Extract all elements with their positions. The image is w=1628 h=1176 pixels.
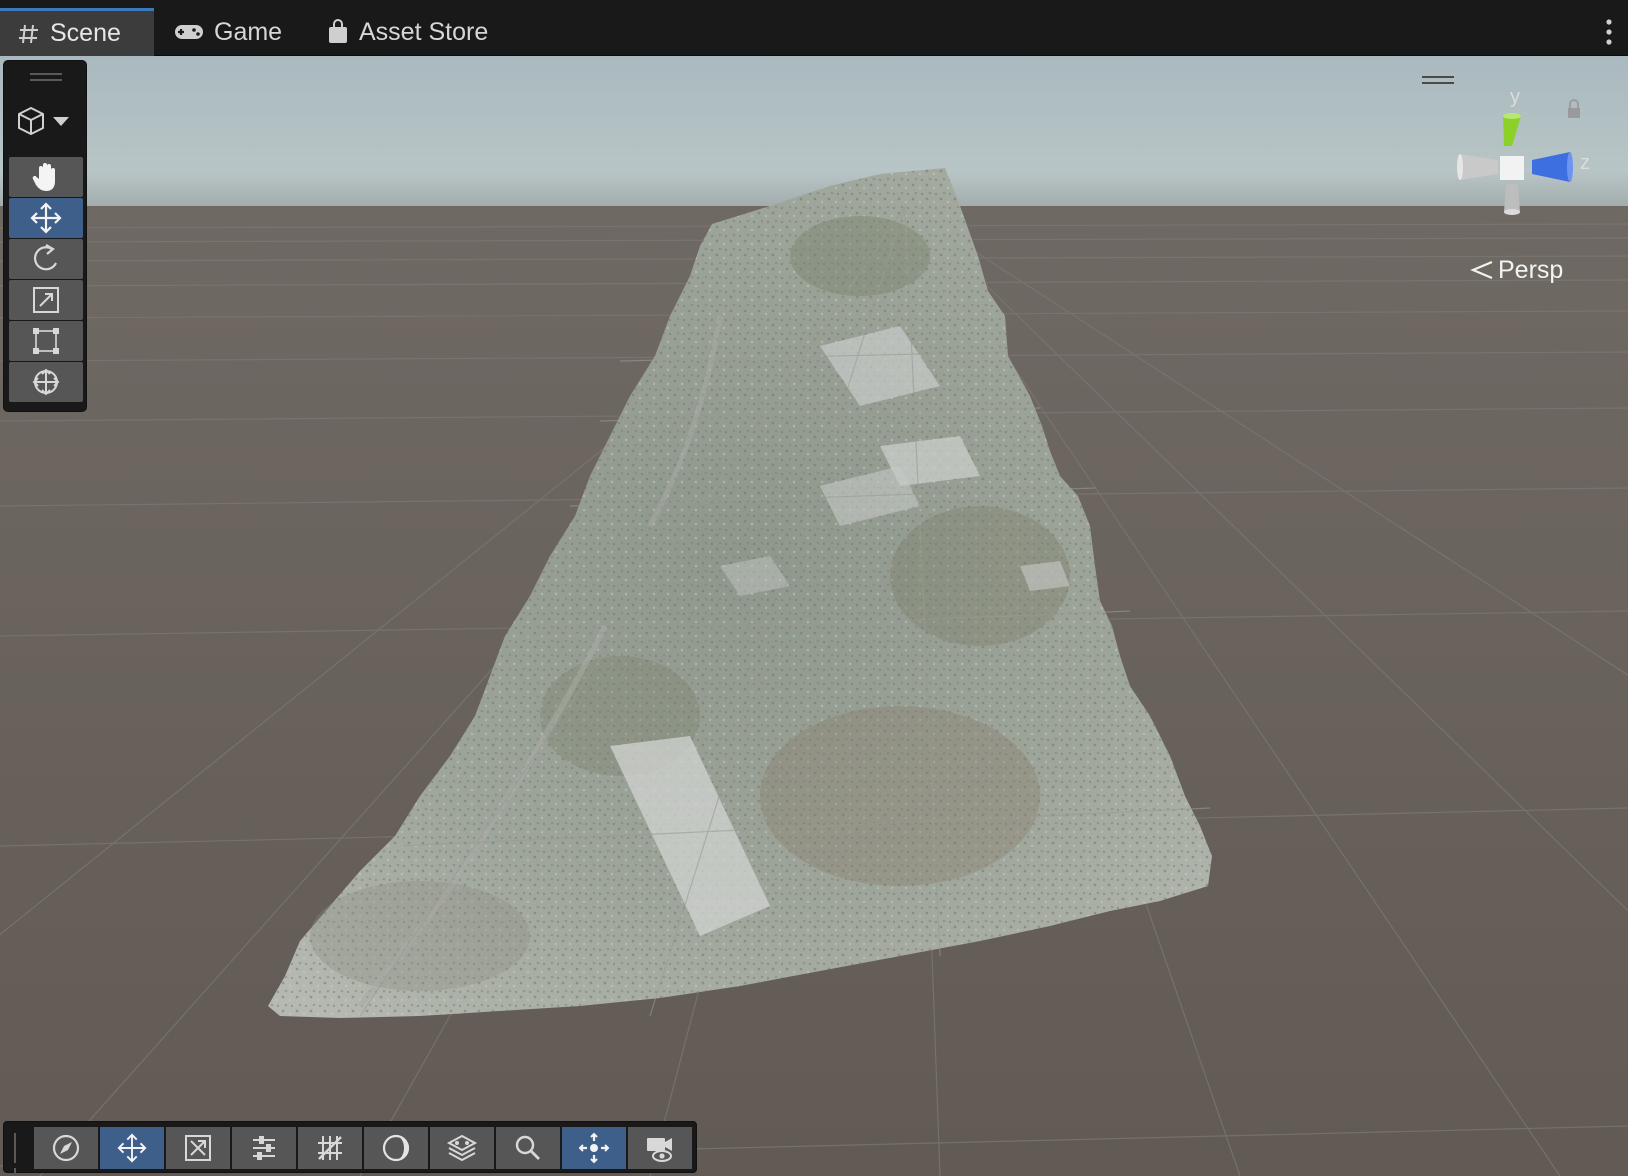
tab-game-label: Game <box>214 17 283 46</box>
gizmo-axis-z-label: z <box>1580 152 1590 174</box>
gizmo-axis-y-label: y <box>1510 86 1520 108</box>
tool-palette <box>3 60 87 412</box>
view-mode-dropdown[interactable] <box>16 101 78 141</box>
more-options-icon[interactable] <box>1604 18 1614 46</box>
shading-sphere-icon <box>382 1134 410 1162</box>
camera-visibility-button[interactable] <box>628 1127 692 1169</box>
layers-icon <box>446 1134 478 1162</box>
scale-icon <box>33 287 59 313</box>
scale-snap-button[interactable] <box>166 1127 230 1169</box>
move-arrows-icon <box>30 202 62 234</box>
orientation-gizmo[interactable]: y z <box>1448 86 1598 226</box>
gizmo-y-cone[interactable] <box>1503 116 1521 146</box>
pivot-button[interactable] <box>562 1127 626 1169</box>
search-button[interactable] <box>496 1127 560 1169</box>
gizmo-z-cone[interactable] <box>1532 152 1570 182</box>
transform-icon <box>32 368 60 396</box>
orientation-button[interactable] <box>34 1127 98 1169</box>
tab-scene[interactable]: Scene <box>0 8 154 56</box>
gizmo-center-cube[interactable] <box>1500 156 1524 180</box>
transform-tool-button[interactable] <box>9 362 83 402</box>
tab-game[interactable]: Game <box>156 8 300 56</box>
scene-view-tabbar: Scene Game Asset Store <box>0 0 1628 56</box>
compass-icon <box>52 1134 80 1162</box>
settings-sliders-button[interactable] <box>232 1127 296 1169</box>
grid-snap-icon <box>318 1136 342 1160</box>
view-tool-button[interactable] <box>9 157 83 197</box>
perspective-icon <box>1470 260 1493 280</box>
gamepad-icon <box>175 25 203 39</box>
rect-transform-icon <box>33 328 59 354</box>
search-icon <box>515 1135 540 1160</box>
gizmo-x-cone[interactable] <box>1460 154 1498 180</box>
gizmo-drag-handle[interactable] <box>1422 76 1454 84</box>
cube-icon <box>18 107 69 135</box>
move-tool-button[interactable] <box>9 198 83 238</box>
camera-visibility-icon <box>647 1138 672 1162</box>
sliders-icon <box>253 1136 275 1160</box>
rect-tool-button[interactable] <box>9 321 83 361</box>
projection-toggle[interactable]: Persp <box>1470 253 1563 287</box>
scale-tool-button[interactable] <box>9 280 83 320</box>
overlay-toolbar <box>3 1121 697 1176</box>
tab-asset-store-label: Asset Store <box>359 17 489 46</box>
hand-icon <box>32 163 55 191</box>
scene-viewport[interactable]: y z Persp <box>0 56 1628 1176</box>
shopping-bag-icon <box>329 19 347 43</box>
overlay-toolbar-grip[interactable] <box>14 1133 24 1176</box>
move-arrows-icon <box>117 1133 147 1163</box>
tab-asset-store[interactable]: Asset Store <box>309 8 506 56</box>
hash-icon <box>19 24 38 43</box>
projection-label: Persp <box>1498 255 1564 284</box>
shading-mode-button[interactable] <box>364 1127 428 1169</box>
layers-button[interactable] <box>430 1127 494 1169</box>
rotate-icon <box>33 244 57 271</box>
palette-grip[interactable] <box>30 73 62 81</box>
move-snap-button[interactable] <box>100 1127 164 1169</box>
grid-snap-button[interactable] <box>298 1127 362 1169</box>
tab-scene-label: Scene <box>50 19 121 47</box>
pivot-icon <box>578 1132 610 1164</box>
gizmo-neg-y-cone[interactable] <box>1504 184 1520 212</box>
scene-render <box>0 56 1628 1176</box>
scale-crossed-icon <box>185 1135 211 1161</box>
chevron-down-icon <box>53 117 69 126</box>
lock-icon[interactable] <box>1568 99 1580 118</box>
rotate-tool-button[interactable] <box>9 239 83 279</box>
